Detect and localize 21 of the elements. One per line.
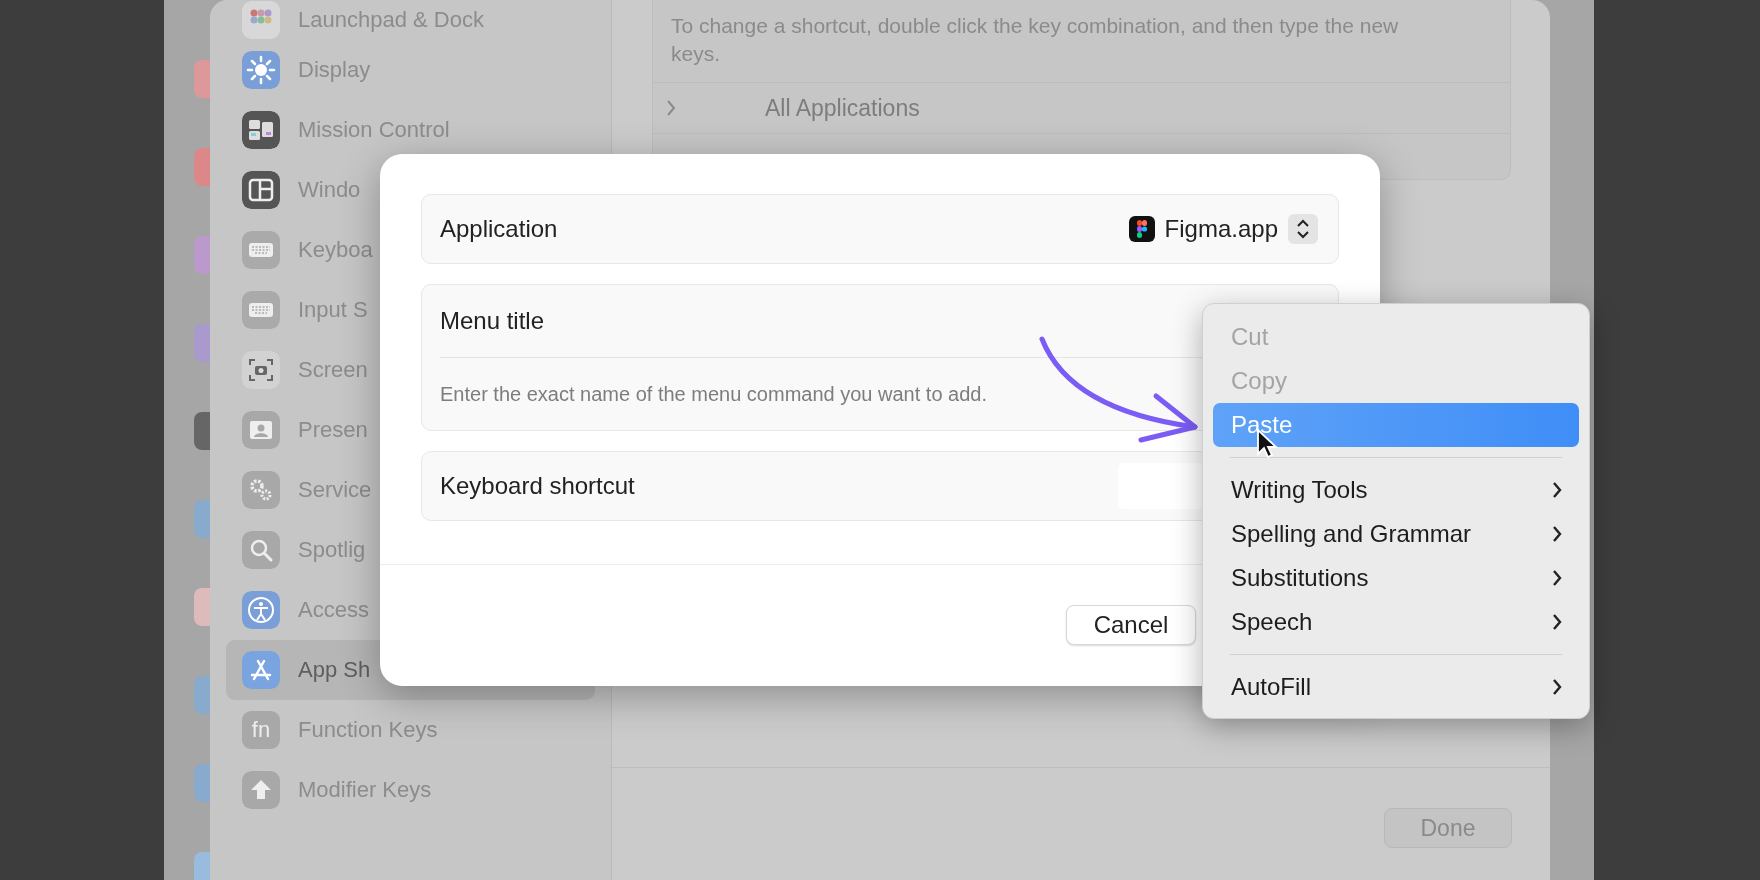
sidebar-label: Presen: [298, 417, 368, 443]
description-text: To change a shortcut, double click the key combination, and then type the new keys.: [670, 13, 1400, 67]
sidebar-label: Function Keys: [298, 717, 438, 743]
sidebar-label: Spotlig: [298, 537, 366, 563]
sidebar-label: Windo: [298, 177, 361, 203]
sidebar-label: Access: [298, 597, 369, 623]
fn-key-icon: fn: [242, 711, 280, 749]
field-label: Application: [440, 215, 558, 243]
app-name: Figma.app: [1164, 215, 1278, 243]
field-label: Menu title: [440, 307, 545, 335]
row-label: All Applications: [765, 94, 920, 122]
field-label: Keyboard shortcut: [440, 472, 635, 500]
sidebar-label: Screen: [298, 357, 368, 383]
sidebar-label: Launchpad & Dock: [298, 7, 484, 33]
sidebar-label: Mission Control: [298, 117, 450, 143]
sidebar-label: Display: [298, 57, 371, 83]
sidebar-label: Input S: [298, 297, 368, 323]
sidebar-label: Keyboa: [298, 237, 373, 263]
sidebar-label: Modifier Keys: [298, 777, 432, 803]
sidebar-label: Service: [298, 477, 372, 503]
sidebar-label: App Sh: [298, 657, 371, 683]
